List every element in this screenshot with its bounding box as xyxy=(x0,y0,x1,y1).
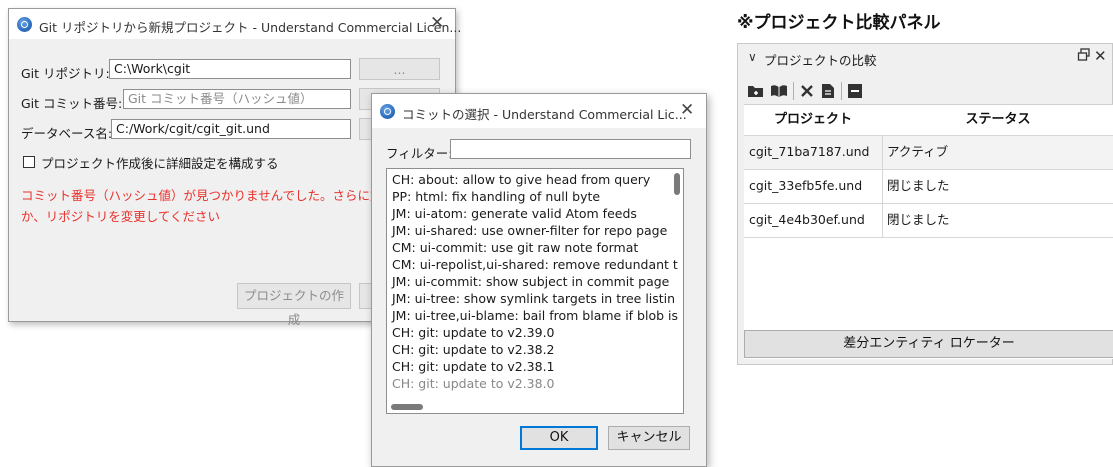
browse-button[interactable]: ... xyxy=(359,58,440,80)
repo-label: Git リポジトリ: xyxy=(21,66,110,81)
close-icon[interactable]: ✕ xyxy=(430,15,444,32)
project-table: プロジェクト ステータス cgit_71ba7187.und アクティブ cgi… xyxy=(744,104,1113,359)
repo-input[interactable]: C:\Work\cgit xyxy=(109,59,351,79)
horizontal-scrollbar[interactable] xyxy=(391,404,423,410)
list-item[interactable]: CH: about: allow to give head from query xyxy=(392,171,650,188)
project-cell: cgit_33efb5fe.und xyxy=(749,178,863,193)
document-icon[interactable] xyxy=(820,83,836,99)
understand-app-icon xyxy=(17,17,32,32)
create-project-button[interactable]: プロジェクトの作成 xyxy=(237,283,351,327)
chevron-down-icon[interactable]: ∨ xyxy=(748,50,757,64)
filter-label: フィルター: xyxy=(386,146,453,161)
collapse-icon[interactable] xyxy=(847,83,863,99)
status-cell: 閉じました xyxy=(887,178,950,193)
commit-select-dialog: コミットの選択 - Understand Commercial Lic... ✕… xyxy=(371,93,707,467)
list-item[interactable]: JM: ui-atom: generate valid Atom feeds xyxy=(392,205,637,222)
list-item[interactable]: JM: ui-tree: show symlink targets in tre… xyxy=(392,290,675,307)
list-item[interactable]: CM: ui-commit: use git raw note format xyxy=(392,239,638,256)
open-book-icon[interactable] xyxy=(770,83,788,99)
list-item[interactable]: JM: ui-shared: use owner-filter for repo… xyxy=(392,222,667,239)
db-input[interactable]: C:/Work/cgit/cgit_git.und xyxy=(111,119,351,139)
status-cell: アクティブ xyxy=(887,144,949,159)
diff-entity-locator-button[interactable]: 差分エンティティ ロケーター xyxy=(744,330,1113,358)
project-cell: cgit_71ba7187.und xyxy=(749,144,870,159)
table-row[interactable]: cgit_33efb5fe.und 閉じました xyxy=(744,169,1113,203)
commit-label: Git コミット番号: xyxy=(21,96,123,111)
db-label: データベース名: xyxy=(21,126,113,141)
list-item[interactable]: CH: git: update to v2.38.1 xyxy=(392,358,555,375)
dialog-title: コミットの選択 - Understand Commercial Lic... xyxy=(402,107,687,122)
column-header-project[interactable]: プロジェクト xyxy=(744,105,882,135)
project-cell: cgit_4e4b30ef.und xyxy=(749,212,865,227)
ok-button[interactable]: OK xyxy=(520,426,598,450)
filter-input[interactable] xyxy=(450,139,691,159)
dialog-titlebar[interactable]: コミットの選択 - Understand Commercial Lic... ✕ xyxy=(372,94,706,128)
add-folder-icon[interactable] xyxy=(747,83,765,99)
commit-list[interactable]: CH: about: allow to give head from query… xyxy=(386,168,684,414)
cancel-button[interactable]: キャンセル xyxy=(608,426,690,450)
list-item-partial: CH: git: update to v2.38.0 xyxy=(392,376,555,391)
error-message-line2: か、リポジトリを変更してください xyxy=(21,209,221,224)
toolbar-separator xyxy=(793,82,794,100)
table-row[interactable]: cgit_4e4b30ef.und 閉じました xyxy=(744,203,1113,238)
column-divider xyxy=(882,135,883,238)
list-item[interactable]: CH: git: update to v2.38.2 xyxy=(392,341,555,358)
vertical-scrollbar[interactable] xyxy=(674,173,680,195)
panel-title: プロジェクトの比較 xyxy=(764,53,877,68)
list-item[interactable]: JM: ui-tree,ui-blame: bail from blame if… xyxy=(392,307,678,324)
error-message-line1: コミット番号（ハッシュ値）が見つかりませんでした。さらに文字 xyxy=(21,188,396,203)
status-cell: 閉じました xyxy=(887,212,950,227)
table-row[interactable]: cgit_71ba7187.und アクティブ xyxy=(744,135,1113,169)
project-compare-panel: ∨ プロジェクトの比較 ✕ プロジェクト ステータス cgit_71ba7187… xyxy=(737,43,1113,365)
delete-icon[interactable] xyxy=(799,83,815,99)
understand-app-icon xyxy=(380,104,395,119)
float-window-icon[interactable] xyxy=(1077,48,1091,65)
dialog-titlebar[interactable]: Git リポジトリから新規プロジェクト - Understand Commerc… xyxy=(9,9,461,39)
commit-input[interactable]: Git コミット番号（ハッシュ値） xyxy=(123,89,351,109)
list-item[interactable]: CH: git: update to v2.39.0 xyxy=(392,324,555,341)
panel-titlebar: ∨ プロジェクトの比較 ✕ xyxy=(738,44,1112,74)
list-item[interactable]: PP: html: fix handling of null byte xyxy=(392,188,600,205)
configure-checkbox-label: プロジェクト作成後に詳細設定を構成する xyxy=(41,156,279,171)
close-icon[interactable]: ✕ xyxy=(1094,47,1107,65)
column-header-status[interactable]: ステータス xyxy=(882,105,1113,135)
configure-checkbox[interactable] xyxy=(23,156,35,168)
list-item[interactable]: CM: ui-repolist,ui-shared: remove redund… xyxy=(392,256,678,273)
dialog-title: Git リポジトリから新規プロジェクト - Understand Commerc… xyxy=(39,20,462,35)
close-icon[interactable]: ✕ xyxy=(680,102,694,119)
toolbar-separator xyxy=(841,82,842,100)
panel-heading: ※プロジェクト比較パネル xyxy=(737,13,941,33)
list-item[interactable]: JM: ui-commit: show subject in commit pa… xyxy=(392,273,669,290)
